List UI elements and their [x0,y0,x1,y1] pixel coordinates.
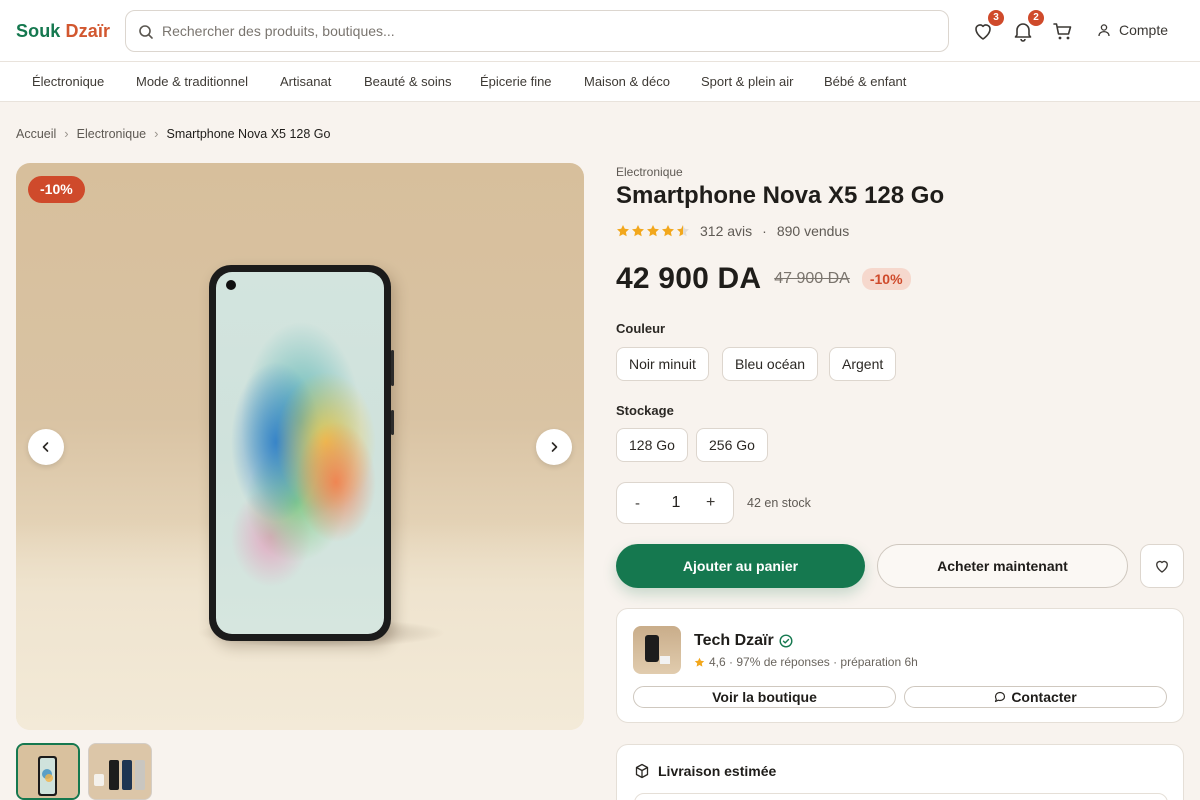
gallery-prev-button[interactable] [28,429,64,465]
product-image-gallery[interactable]: -10% [16,163,584,730]
delivery-location-field[interactable] [634,793,1168,800]
color-option-label: Couleur [616,321,666,336]
stock-status: 42 en stock [747,496,811,510]
category-sport[interactable]: Sport & plein air [701,74,794,89]
category-bebe[interactable]: Bébé & enfant [824,74,906,89]
logo-part-souk: Souk [16,21,61,41]
category-beaute[interactable]: Beauté & soins [364,74,451,89]
wishlist-count-badge: 3 [988,10,1004,26]
quantity-stepper: - 1 + [616,482,734,524]
cart-button[interactable] [1051,19,1075,43]
chat-bubble-icon [995,691,1006,703]
category-epicerie[interactable]: Épicerie fine [480,74,552,89]
package-icon [635,763,649,779]
seller-name-row: Tech Dzaïr [694,632,793,650]
chevron-left-icon [42,442,49,452]
rating-row: 312 avis · 890 vendus [616,223,849,239]
chevron-right-icon: › [64,126,69,141]
contact-seller-button[interactable]: Contacter [904,686,1167,708]
gallery-thumbnail-1[interactable] [16,743,80,800]
account-label: Compte [1119,22,1169,38]
logo-part-dzair: Dzaïr [65,21,111,41]
product-phone-image [209,265,394,641]
verified-icon [779,634,793,648]
original-price: 47 900 DA [774,270,850,287]
star-icon [632,225,644,237]
product-title: Smartphone Nova X5 128 Go [616,182,945,209]
price-row: 42 900 DA 47 900 DA -10% [616,262,911,296]
search-icon [139,25,153,39]
delivery-title-row: Livraison estimée [634,763,776,779]
color-option-noir-minuit[interactable]: Noir minuit [616,347,709,381]
visit-shop-button[interactable]: Voir la boutique [633,686,896,708]
breadcrumb-home[interactable]: Accueil [16,127,56,141]
seller-avatar-phone [645,635,659,662]
category-electronique[interactable]: Électronique [32,74,104,89]
site-logo[interactable]: Souk Dzaïr [16,21,110,42]
star-rating [616,224,690,238]
seller-avatar [633,626,681,674]
buy-now-button[interactable]: Acheter maintenant [877,544,1128,588]
seller-card: Tech Dzaïr 4,6 · 97% de réponses · prépa… [616,608,1184,723]
search-bar [125,10,949,52]
phone-screen-wallpaper [216,272,384,634]
review-count[interactable]: 312 avis [700,223,752,239]
wishlist-button[interactable]: 3 [971,10,1004,43]
rating-separator: · [762,223,767,239]
quantity-value[interactable]: 1 [671,494,681,512]
product-category-label: Electronique [616,165,683,179]
storage-option-128[interactable]: 128 Go [616,428,688,462]
chevron-right-icon [551,442,558,452]
notifications-count-badge: 2 [1028,10,1044,26]
chevron-right-icon: › [154,126,159,141]
seller-avatar-box [660,656,670,664]
thumbnail-phone-colors-image [89,744,151,799]
storage-option-label: Stockage [616,403,674,418]
discount-pill: -10% [861,268,911,290]
color-option-bleu-ocean[interactable]: Bleu océan [722,347,819,381]
account-button[interactable]: Compte [1097,22,1168,38]
top-header: Souk Dzaïr 3 2 Compte [0,0,1200,62]
star-icon [694,657,705,667]
category-mode[interactable]: Mode & traditionnel [136,74,248,89]
search-input[interactable] [162,20,922,42]
user-icon [1098,24,1110,37]
gallery-next-button[interactable] [536,429,572,465]
notifications-button[interactable]: 2 [1011,10,1044,43]
delivery-title: Livraison estimée [658,763,777,779]
phone-side-button [391,350,394,386]
phone-side-button [391,410,394,435]
gallery-thumbnail-2[interactable] [88,743,152,800]
breadcrumb-current: Smartphone Nova X5 128 Go [166,126,331,141]
cart-icon [1053,23,1072,40]
contact-seller-label: Contacter [1011,689,1077,705]
quantity-decrease-button[interactable]: - [635,495,640,512]
delivery-card: Livraison estimée [616,744,1184,800]
discount-badge: -10% [28,176,85,203]
add-to-cart-button[interactable]: Ajouter au panier [616,544,865,588]
seller-meta: 4,6 · 97% de réponses · préparation 6h [709,655,918,669]
current-price: 42 900 DA [616,262,762,295]
category-maison[interactable]: Maison & déco [584,74,670,89]
color-option-argent[interactable]: Argent [829,347,897,381]
heart-icon [1156,560,1168,573]
quantity-increase-button[interactable]: + [706,494,715,512]
category-nav: Électronique Mode & traditionnel Artisan… [0,62,1200,102]
star-half-icon [677,225,689,237]
phone-camera [226,280,236,290]
breadcrumb: Accueil › Electronique › Smartphone Nova… [16,126,330,141]
storage-option-256[interactable]: 256 Go [696,428,768,462]
seller-meta-row: 4,6 · 97% de réponses · préparation 6h [694,655,918,669]
category-artisanat[interactable]: Artisanat [280,74,331,89]
breadcrumb-category[interactable]: Electronique [77,127,147,141]
sold-count: 890 vendus [776,223,850,239]
seller-name[interactable]: Tech Dzaïr [694,632,774,650]
thumbnail-phone-image [18,745,78,798]
star-icon [662,225,674,237]
add-to-wishlist-button[interactable] [1140,544,1184,588]
star-icon [617,225,629,237]
star-icon [647,225,659,237]
